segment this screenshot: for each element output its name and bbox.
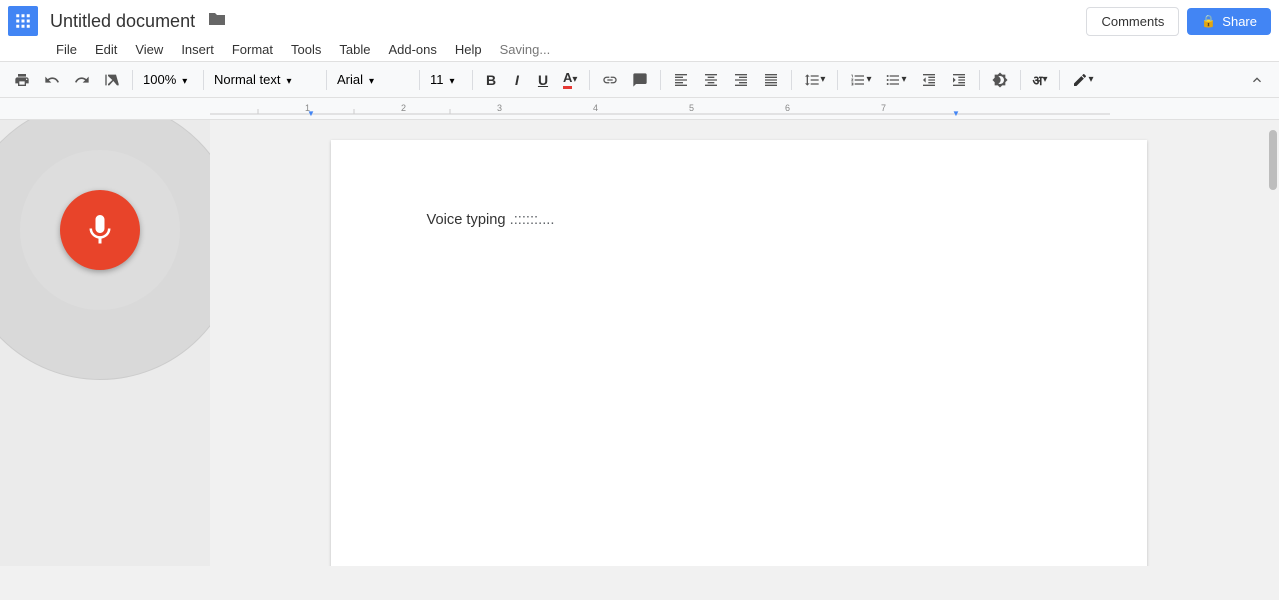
- link-button[interactable]: [596, 68, 624, 92]
- separator-10: [979, 70, 980, 90]
- voice-inner-circle: [20, 150, 180, 310]
- voice-typing-label: Voice typing: [427, 212, 506, 228]
- align-right-button[interactable]: [727, 68, 755, 92]
- separator-8: [791, 70, 792, 90]
- bold-button[interactable]: B: [479, 68, 503, 92]
- separator-6: [589, 70, 590, 90]
- svg-text:3: 3: [497, 103, 502, 113]
- doc-title[interactable]: Untitled document: [46, 9, 199, 34]
- saving-status: Saving...: [500, 42, 551, 57]
- redo-button[interactable]: [68, 68, 96, 92]
- undo-button[interactable]: [38, 68, 66, 92]
- share-label: Share: [1222, 14, 1257, 29]
- separator-5: [472, 70, 473, 90]
- numbered-list-dropdown: ▾: [866, 74, 871, 85]
- google-apps-icon[interactable]: [8, 6, 38, 36]
- menu-insert[interactable]: Insert: [173, 38, 222, 61]
- menu-addons[interactable]: Add-ons: [380, 38, 444, 61]
- font-size-dropdown-icon: [448, 72, 455, 87]
- pen-dropdown: ▾: [1088, 74, 1093, 85]
- zoom-dropdown-icon: [180, 72, 187, 87]
- text-color-dropdown: ▾: [572, 74, 577, 85]
- menu-edit[interactable]: Edit: [87, 38, 125, 61]
- decrease-indent-button[interactable]: [915, 68, 943, 92]
- svg-text:▼: ▼: [952, 109, 960, 118]
- separator-3: [326, 70, 327, 90]
- input-tools-dropdown: ▾: [1042, 74, 1047, 85]
- increase-indent-button[interactable]: [945, 68, 973, 92]
- input-tools-icon: अ: [1033, 71, 1043, 89]
- style-dropdown-icon: [284, 72, 291, 87]
- align-left-button[interactable]: [667, 68, 695, 92]
- separator-2: [203, 70, 204, 90]
- folder-icon[interactable]: [207, 11, 227, 32]
- microphone-icon: [82, 212, 118, 248]
- menu-file[interactable]: File: [48, 38, 85, 61]
- svg-text:5: 5: [689, 103, 694, 113]
- comments-button[interactable]: Comments: [1086, 7, 1179, 36]
- justify-button[interactable]: [757, 68, 785, 92]
- separator-4: [419, 70, 420, 90]
- bulleted-list-button[interactable]: ▾: [879, 68, 912, 92]
- svg-text:7: 7: [881, 103, 886, 113]
- menu-tools[interactable]: Tools: [283, 38, 329, 61]
- scrollbar-thumb[interactable]: [1269, 130, 1277, 190]
- separator-1: [132, 70, 133, 90]
- underline-button[interactable]: U: [531, 68, 555, 92]
- align-center-button[interactable]: [697, 68, 725, 92]
- zoom-value: 100%: [143, 72, 176, 87]
- svg-text:4: 4: [593, 103, 598, 113]
- menu-format[interactable]: Format: [224, 38, 281, 61]
- italic-button[interactable]: I: [505, 68, 529, 92]
- separator-9: [837, 70, 838, 90]
- line-spacing-button[interactable]: ▾: [798, 68, 831, 92]
- separator-7: [660, 70, 661, 90]
- doc-content: Voice typing .::::::....: [427, 212, 1051, 228]
- share-button[interactable]: 🔒 Share: [1187, 8, 1271, 35]
- print-button[interactable]: [8, 68, 36, 92]
- text-color-button[interactable]: A ▾: [557, 66, 583, 93]
- lock-icon: 🔒: [1201, 14, 1216, 28]
- zoom-select[interactable]: 100%: [139, 70, 197, 89]
- mic-button[interactable]: [60, 190, 140, 270]
- menu-view[interactable]: View: [127, 38, 171, 61]
- style-value: Normal text: [214, 72, 280, 87]
- voice-typing-dots: .::::::....: [506, 212, 555, 228]
- text-color-icon: A: [563, 70, 572, 89]
- font-dropdown-icon: [367, 72, 374, 87]
- separator-11: [1020, 70, 1021, 90]
- font-size-value: 11: [430, 72, 444, 87]
- bulleted-list-dropdown: ▾: [901, 74, 906, 85]
- input-tools-button[interactable]: अ ▾: [1027, 67, 1054, 93]
- style-select[interactable]: Normal text: [210, 70, 320, 89]
- svg-text:6: 6: [785, 103, 790, 113]
- numbered-list-button[interactable]: ▾: [844, 68, 877, 92]
- scrollbar[interactable]: [1267, 120, 1279, 566]
- font-select[interactable]: Arial: [333, 70, 413, 89]
- document[interactable]: Voice typing .::::::....: [331, 140, 1147, 566]
- menu-help[interactable]: Help: [447, 38, 490, 61]
- voice-panel: [0, 120, 210, 566]
- clear-formatting-button[interactable]: [986, 68, 1014, 92]
- document-area: Voice typing .::::::....: [210, 120, 1267, 566]
- font-size-select[interactable]: 11: [426, 70, 466, 89]
- menu-table[interactable]: Table: [331, 38, 378, 61]
- comment-button[interactable]: [626, 68, 654, 92]
- ruler: 1 2 3 4 5 6 7 ▼ ▼: [0, 98, 1279, 120]
- svg-text:▼: ▼: [307, 109, 315, 118]
- paint-format-button[interactable]: [98, 68, 126, 92]
- font-value: Arial: [337, 72, 363, 87]
- collapse-toolbar-button[interactable]: [1243, 68, 1271, 92]
- line-spacing-dropdown: ▾: [820, 74, 825, 85]
- pen-button[interactable]: ▾: [1066, 68, 1099, 92]
- svg-text:2: 2: [401, 103, 406, 113]
- separator-12: [1059, 70, 1060, 90]
